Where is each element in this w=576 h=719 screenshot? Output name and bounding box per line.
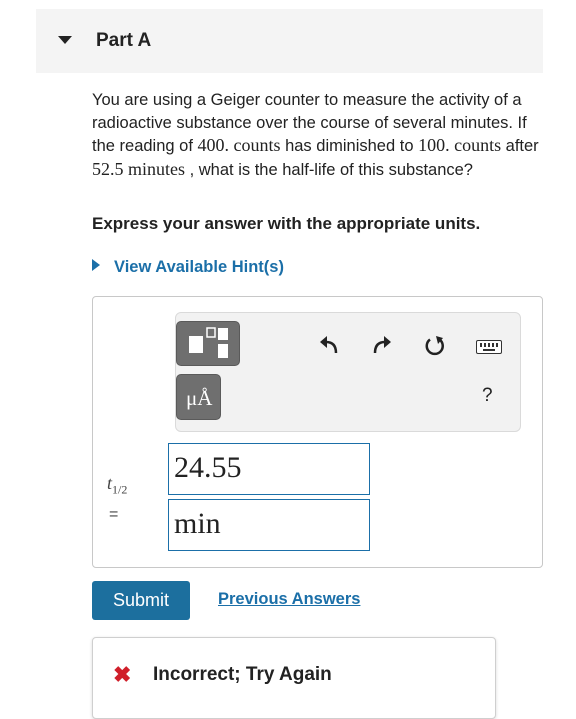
previous-answers-link[interactable]: Previous Answers	[218, 590, 360, 609]
incorrect-x-icon: ✖	[113, 662, 132, 687]
undo-icon[interactable]	[318, 335, 340, 357]
feedback-panel: ✖ Incorrect; Try Again	[92, 637, 496, 719]
view-hints-link[interactable]: View Available Hint(s)	[92, 258, 284, 277]
reading-final: 100. counts	[418, 135, 502, 155]
value-input[interactable]: 24.55	[168, 443, 370, 495]
caret-right-icon	[92, 259, 100, 271]
templates-button[interactable]	[176, 321, 240, 366]
redo-icon[interactable]	[371, 335, 393, 357]
equals-sign: =	[109, 506, 119, 523]
submit-button[interactable]: Submit	[92, 581, 190, 620]
answer-box: μÅ ? t1/2 = 24.55 min	[92, 296, 543, 568]
part-header[interactable]: Part A	[36, 9, 543, 73]
help-icon[interactable]: ?	[482, 385, 493, 407]
feedback-message: Incorrect; Try Again	[153, 664, 332, 685]
unit-input[interactable]: min	[168, 499, 370, 551]
units-button[interactable]: μÅ	[176, 374, 221, 420]
instruction-text: Express your answer with the appropriate…	[92, 214, 481, 233]
variable-label: t1/2	[107, 473, 128, 497]
hint-label: View Available Hint(s)	[114, 258, 284, 276]
question-text: You are using a Geiger counter to measur…	[92, 91, 539, 179]
collapse-triangle-icon[interactable]	[58, 36, 72, 44]
reset-icon[interactable]	[424, 335, 446, 357]
units-icon: μÅ	[186, 386, 213, 410]
math-toolbar: μÅ ?	[175, 312, 521, 432]
templates-icon	[189, 327, 228, 358]
elapsed-time: 52.5 minutes	[92, 158, 185, 179]
reading-initial: 400. counts	[197, 135, 281, 155]
part-title: Part A	[96, 30, 152, 51]
keyboard-icon[interactable]	[476, 340, 502, 354]
